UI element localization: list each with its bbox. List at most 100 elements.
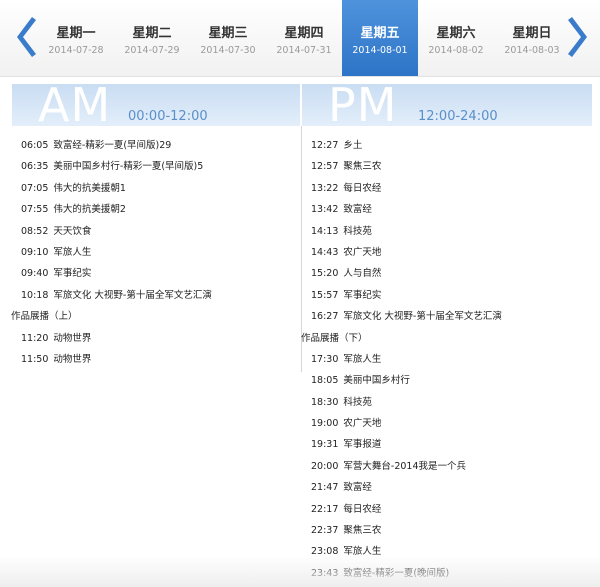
program-item[interactable]: 07:05 伟大的抗美援朝1 bbox=[21, 178, 299, 199]
program-title: 人与自然 bbox=[343, 268, 382, 280]
program-time: 19:31 bbox=[311, 439, 339, 451]
program-time: 22:37 bbox=[311, 525, 339, 537]
program-time: 15:20 bbox=[311, 268, 339, 280]
program-item[interactable]: 11:50 动物世界 bbox=[21, 349, 299, 370]
program-time: 18:30 bbox=[311, 396, 339, 408]
program-time: 23:43 bbox=[311, 567, 339, 579]
program-item[interactable]: 15:57 军事纪实 bbox=[311, 285, 596, 306]
program-time: 06:35 bbox=[21, 161, 49, 173]
day-tab-weekday: 星期四 bbox=[284, 26, 324, 41]
program-time: 14:13 bbox=[311, 225, 339, 237]
program-item[interactable]: 作品展播（上） bbox=[11, 306, 299, 327]
program-item[interactable]: 13:42 致富经 bbox=[311, 199, 596, 220]
program-item[interactable]: 20:00 军营大舞台-2014我是一个兵 bbox=[311, 456, 596, 477]
day-tab-date: 2014-08-03 bbox=[504, 45, 560, 56]
program-time: 12:57 bbox=[311, 161, 339, 173]
program-item[interactable]: 06:35 美丽中国乡村行-精彩一夏(早间版)5 bbox=[21, 156, 299, 177]
day-tab-2014-07-28[interactable]: 星期一 2014-07-28 bbox=[38, 0, 114, 76]
program-time: 15:57 bbox=[311, 289, 339, 301]
program-time: 07:55 bbox=[21, 204, 49, 216]
program-item[interactable]: 19:31 军事报道 bbox=[311, 434, 596, 455]
day-tab-2014-07-29[interactable]: 星期二 2014-07-29 bbox=[114, 0, 190, 76]
program-item[interactable]: 06:05 致富经-精彩一夏(早间版)29 bbox=[21, 135, 299, 156]
program-item[interactable]: 09:40 军事纪实 bbox=[21, 263, 299, 284]
program-item[interactable]: 19:00 农广天地 bbox=[311, 413, 596, 434]
program-item[interactable]: 13:22 每日农经 bbox=[311, 178, 596, 199]
program-title: 动物世界 bbox=[53, 332, 92, 344]
program-item[interactable]: 11:20 动物世界 bbox=[21, 328, 299, 349]
program-item[interactable]: 22:37 聚焦三农 bbox=[311, 520, 596, 541]
day-tabs: 星期一 2014-07-28 星期二 2014-07-29 星期三 2014-07-30 星… bbox=[38, 0, 566, 76]
program-title: 军事纪实 bbox=[343, 289, 382, 301]
program-item[interactable]: 08:52 天天饮食 bbox=[21, 221, 299, 242]
day-tab-2014-08-02[interactable]: 星期六 2014-08-02 bbox=[418, 0, 494, 76]
program-time: 09:40 bbox=[21, 268, 49, 280]
program-time: 10:18 bbox=[21, 289, 49, 301]
program-title: 军营大舞台-2014我是一个兵 bbox=[343, 460, 466, 472]
program-item[interactable]: 12:27 乡土 bbox=[311, 135, 596, 156]
program-time: 11:20 bbox=[21, 332, 49, 344]
day-tab-2014-07-31[interactable]: 星期四 2014-07-31 bbox=[266, 0, 342, 76]
program-time: 20:00 bbox=[311, 460, 339, 472]
program-title: 动物世界 bbox=[53, 353, 92, 365]
program-title: 伟大的抗美援朝2 bbox=[53, 204, 126, 216]
program-title: 农广天地 bbox=[343, 246, 382, 258]
program-title: 军旅文化 大视野-第十届全军文艺汇演 bbox=[343, 311, 502, 323]
day-tab-weekday: 星期六 bbox=[436, 26, 476, 41]
program-item[interactable]: 14:13 科技苑 bbox=[311, 221, 596, 242]
program-time: 07:05 bbox=[21, 182, 49, 194]
program-item[interactable]: 15:20 人与自然 bbox=[311, 263, 596, 284]
day-tab-2014-07-30[interactable]: 星期三 2014-07-30 bbox=[190, 0, 266, 76]
program-item[interactable]: 22:17 每日农经 bbox=[311, 499, 596, 520]
program-title: 天天饮食 bbox=[53, 225, 92, 237]
chevron-left-icon[interactable] bbox=[10, 14, 38, 60]
program-item[interactable]: 12:57 聚焦三农 bbox=[311, 156, 596, 177]
program-title: 军旅人生 bbox=[53, 246, 92, 258]
program-item[interactable]: 23:43 致富经-精彩一夏(晚间版) bbox=[311, 563, 596, 584]
program-title: 农广天地 bbox=[343, 418, 382, 430]
am-header: AM 00:00-12:00 bbox=[12, 84, 300, 126]
program-item[interactable]: 16:27 军旅文化 大视野-第十届全军文艺汇演 bbox=[311, 306, 596, 327]
program-item[interactable]: 23:08 军旅人生 bbox=[311, 541, 596, 562]
program-item[interactable]: 09:10 军旅人生 bbox=[21, 242, 299, 263]
program-title: 军事报道 bbox=[343, 439, 382, 451]
day-tab-weekday: 星期一 bbox=[56, 26, 96, 41]
program-time: 11:50 bbox=[21, 353, 49, 365]
day-tab-weekday: 星期三 bbox=[208, 26, 248, 41]
program-item[interactable]: 21:47 致富经 bbox=[311, 477, 596, 498]
program-item[interactable]: 作品展播（下） bbox=[301, 328, 596, 349]
day-tab-date: 2014-07-30 bbox=[200, 45, 256, 56]
program-item[interactable]: 07:55 伟大的抗美援朝2 bbox=[21, 199, 299, 220]
chevron-right-icon[interactable] bbox=[566, 14, 594, 60]
program-title: 致富经-精彩一夏(晚间版) bbox=[343, 567, 450, 579]
pm-label: PM bbox=[328, 84, 398, 126]
program-time: 13:42 bbox=[311, 204, 339, 216]
day-tab-weekday: 星期日 bbox=[512, 26, 552, 41]
program-title: 作品展播（下） bbox=[301, 332, 368, 344]
am-program-list: 06:05 致富经-精彩一夏(早间版)29 06:35 美丽中国乡村行-精彩一夏(早间… bbox=[11, 135, 299, 370]
day-tab-2014-08-01[interactable]: 星期五 2014-08-01 bbox=[342, 0, 418, 76]
program-time: 21:47 bbox=[311, 482, 339, 494]
day-tab-2014-08-03[interactable]: 星期日 2014-08-03 bbox=[494, 0, 570, 76]
program-title: 军事纪实 bbox=[53, 268, 92, 280]
program-title: 科技苑 bbox=[343, 396, 372, 408]
day-navigation-bar: 星期一 2014-07-28 星期二 2014-07-29 星期三 2014-07-30 星… bbox=[0, 0, 600, 77]
program-title: 军旅人生 bbox=[343, 546, 382, 558]
program-item[interactable]: 14:43 农广天地 bbox=[311, 242, 596, 263]
pm-time-range: 12:00-24:00 bbox=[418, 109, 498, 124]
program-item[interactable]: 17:30 军旅人生 bbox=[311, 349, 596, 370]
program-time: 08:52 bbox=[21, 225, 49, 237]
program-time: 12:27 bbox=[311, 140, 339, 151]
day-tab-date: 2014-07-29 bbox=[124, 45, 180, 56]
program-title: 科技苑 bbox=[343, 225, 372, 237]
program-item[interactable]: 18:05 美丽中国乡村行 bbox=[311, 370, 596, 391]
program-time: 06:05 bbox=[21, 140, 49, 151]
program-time: 22:17 bbox=[311, 503, 339, 515]
program-title: 致富经 bbox=[343, 204, 372, 216]
program-item[interactable]: 10:18 军旅文化 大视野-第十届全军文艺汇演 bbox=[21, 285, 299, 306]
day-tab-date: 2014-07-28 bbox=[48, 45, 104, 56]
pm-program-list: 12:27 乡土 12:57 聚焦三农 13:22 每日农经 13:42 致富经 14:13 科技… bbox=[301, 135, 596, 584]
program-time: 17:30 bbox=[311, 353, 339, 365]
day-tab-date: 2014-08-02 bbox=[428, 45, 484, 56]
program-item[interactable]: 18:30 科技苑 bbox=[311, 392, 596, 413]
